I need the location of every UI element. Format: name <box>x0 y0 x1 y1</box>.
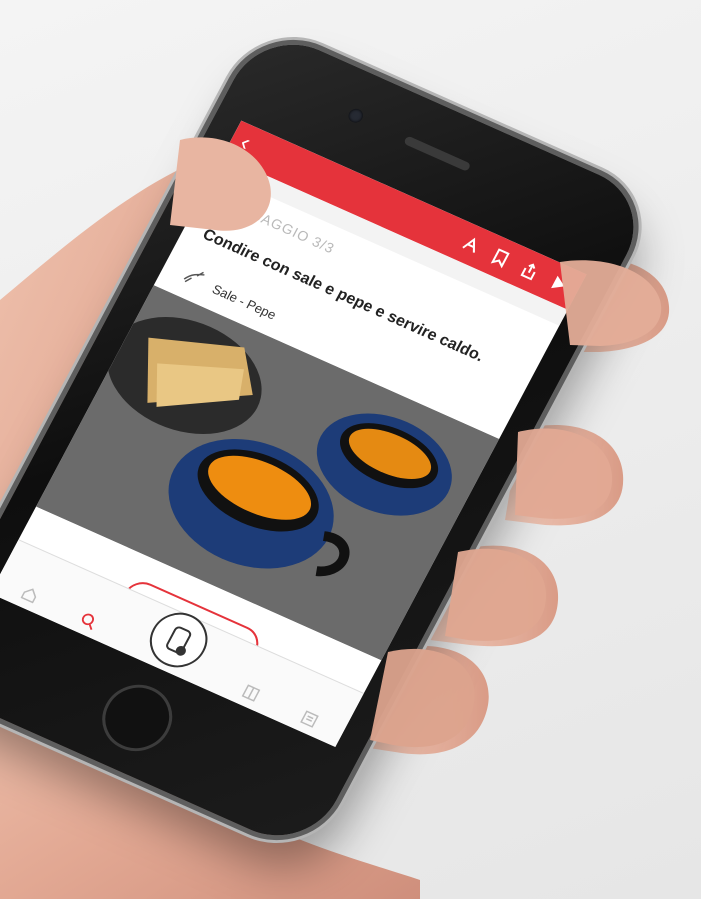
back-arrow-icon[interactable]: ‹ <box>235 129 255 156</box>
tab-search[interactable] <box>59 601 119 640</box>
cooking-mode-icon[interactable] <box>457 232 485 258</box>
scene: ‹ PASSAGGIO 3/3 Condire con sale e pepe … <box>0 0 701 899</box>
seasoning-icon <box>175 262 211 297</box>
tab-recipe-book[interactable] <box>221 674 281 713</box>
tab-home[interactable] <box>0 575 60 614</box>
play-icon[interactable] <box>545 271 573 297</box>
recipe-book-icon <box>241 684 261 702</box>
earpiece-speaker <box>403 135 472 172</box>
tab-shopping-list[interactable] <box>280 700 340 739</box>
share-icon[interactable] <box>516 258 544 284</box>
bookmark-icon[interactable] <box>487 245 515 271</box>
shopping-list-icon <box>300 710 319 728</box>
home-icon <box>20 588 37 604</box>
search-icon <box>81 613 95 630</box>
front-camera <box>346 106 366 125</box>
device-icon <box>166 626 192 656</box>
home-button[interactable] <box>90 674 185 762</box>
